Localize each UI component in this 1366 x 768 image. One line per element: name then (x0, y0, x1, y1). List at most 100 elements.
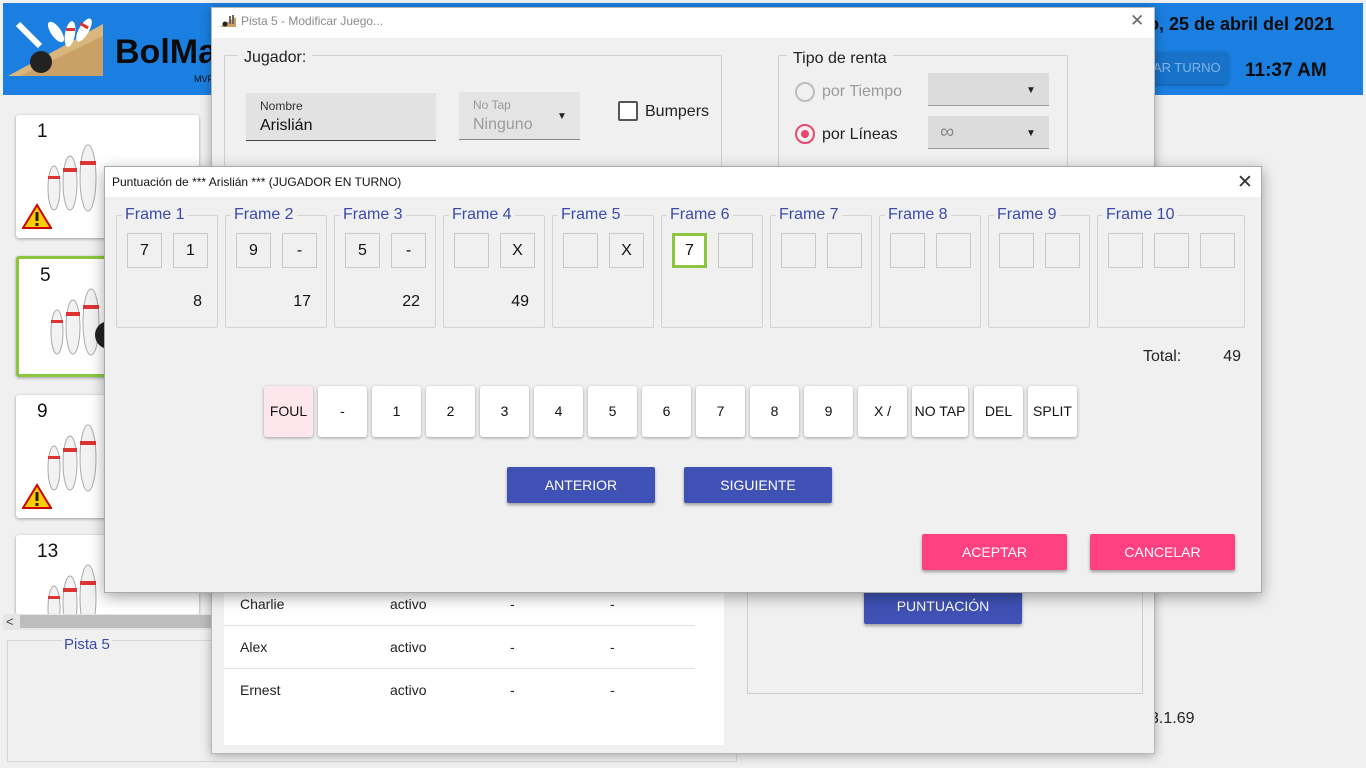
frame-label: Frame 7 (776, 206, 842, 224)
scroll-left-icon[interactable]: < (6, 614, 14, 629)
key-1-button[interactable]: 1 (372, 386, 421, 437)
frame-label: Frame 1 (122, 206, 188, 224)
ball-box[interactable] (563, 233, 598, 268)
dropdown-arrow-icon[interactable]: ▼ (1026, 85, 1036, 96)
ball-box[interactable] (1045, 233, 1080, 268)
dropdown-arrow-icon[interactable]: ▼ (1026, 128, 1036, 139)
key-7-button[interactable]: 7 (696, 386, 745, 437)
date-text: o, 25 de abril del 2021 (1148, 14, 1335, 34)
turno-button[interactable]: AR TURNO (1150, 52, 1228, 84)
key-3-button[interactable]: 3 (480, 386, 529, 437)
ball-box[interactable] (890, 233, 925, 268)
frame-label: Frame 8 (885, 206, 951, 224)
player-col4: - (610, 682, 615, 698)
bumpers-label: Bumpers (645, 103, 710, 120)
frame-label: Frame 3 (340, 206, 406, 224)
frame-8 (879, 215, 981, 328)
ball-box[interactable] (999, 233, 1034, 268)
close-icon[interactable]: ✕ (1130, 11, 1144, 31)
ball-box[interactable] (1108, 233, 1143, 268)
radio-por-lineas-label: por Líneas (822, 126, 898, 143)
key-split-button[interactable]: SPLIT (1028, 386, 1077, 437)
frame-total: 49 (511, 293, 529, 310)
table-row[interactable]: Ernest activo - - (224, 669, 695, 712)
warning-icon (22, 483, 52, 509)
lane-number: 5 (40, 265, 51, 286)
key-4-button[interactable]: 4 (534, 386, 583, 437)
key-del-button[interactable]: DEL (974, 386, 1023, 437)
bumpers-checkbox[interactable] (618, 101, 638, 121)
player-status: activo (390, 596, 427, 612)
frame-total: 17 (293, 293, 311, 310)
ball-box[interactable]: 7 (127, 233, 162, 268)
ball-box[interactable]: 5 (345, 233, 380, 268)
ball-box[interactable]: - (391, 233, 426, 268)
lane-number: 9 (37, 401, 48, 422)
anterior-button[interactable]: ANTERIOR (507, 467, 655, 503)
total-label: Total: (1143, 348, 1182, 365)
dialog-title: Puntuación de *** Arislián *** (JUGADOR … (112, 175, 402, 189)
ball-box[interactable] (1154, 233, 1189, 268)
close-icon[interactable]: ✕ (1237, 171, 1253, 194)
ball-box[interactable]: X (500, 233, 535, 268)
key-6-button[interactable]: 6 (642, 386, 691, 437)
warning-icon (22, 203, 52, 229)
lane-number: 13 (37, 541, 59, 562)
frame-3 (334, 215, 436, 328)
ball-box[interactable]: - (282, 233, 317, 268)
frame-label: Frame 4 (449, 206, 515, 224)
bowling-logo-icon (8, 18, 103, 76)
player-name: Alex (240, 639, 268, 655)
ball-box[interactable] (936, 233, 971, 268)
frame-label: Frame 2 (231, 206, 297, 224)
frame-label: Frame 6 (667, 206, 733, 224)
dropdown-arrow-icon[interactable]: ▼ (557, 111, 567, 122)
ball-box[interactable]: 9 (236, 233, 271, 268)
renta-group-title: Tipo de renta (787, 50, 893, 68)
player-col4: - (610, 596, 615, 612)
table-row[interactable]: Alex activo - - (224, 626, 695, 669)
ball-box[interactable] (454, 233, 489, 268)
ball-box[interactable]: 1 (173, 233, 208, 268)
player-col3: - (510, 682, 515, 698)
radio-selected-dot (801, 130, 809, 138)
player-name: Ernest (240, 682, 281, 698)
jugador-group-title: Jugador: (238, 49, 313, 67)
ball-box[interactable] (827, 233, 862, 268)
player-status: activo (390, 682, 427, 698)
key-strike-spare-button[interactable]: X / (858, 386, 907, 437)
scrollbar-thumb[interactable] (20, 615, 213, 628)
ball-box[interactable] (781, 233, 816, 268)
clock: 11:37 AM (1245, 60, 1327, 81)
player-name: Charlie (240, 596, 285, 612)
frame-10 (1097, 215, 1245, 328)
key-notap-button[interactable]: NO TAP (912, 386, 968, 437)
key-2-button[interactable]: 2 (426, 386, 475, 437)
ball-box[interactable]: X (609, 233, 644, 268)
frame-1 (116, 215, 218, 328)
ball-box[interactable] (718, 233, 753, 268)
ball-box-active[interactable]: 7 (672, 233, 707, 268)
frame-9 (988, 215, 1090, 328)
key-8-button[interactable]: 8 (750, 386, 799, 437)
frame-total: 8 (193, 293, 202, 310)
lane-number: 1 (37, 121, 48, 142)
frame-total: 22 (402, 293, 420, 310)
version-text: 3.1.69 (1150, 710, 1195, 727)
nombre-value[interactable]: Arislián (260, 117, 312, 135)
brand-name: BolMa (115, 33, 217, 71)
key-dash-button[interactable]: - (318, 386, 367, 437)
ball-box[interactable] (1200, 233, 1235, 268)
nombre-label: Nombre (260, 99, 303, 113)
puntuacion-button[interactable]: PUNTUACIÓN (864, 589, 1022, 624)
aceptar-button[interactable]: ACEPTAR (922, 534, 1067, 570)
frame-label: Frame 5 (558, 206, 624, 224)
key-5-button[interactable]: 5 (588, 386, 637, 437)
radio-por-tiempo[interactable] (795, 82, 815, 102)
frame-6 (661, 215, 763, 328)
cancelar-button[interactable]: CANCELAR (1090, 534, 1235, 570)
notap-value[interactable]: Ninguno (473, 116, 533, 134)
key-foul-button[interactable]: FOUL (264, 386, 313, 437)
key-9-button[interactable]: 9 (804, 386, 853, 437)
siguiente-button[interactable]: SIGUIENTE (684, 467, 832, 503)
